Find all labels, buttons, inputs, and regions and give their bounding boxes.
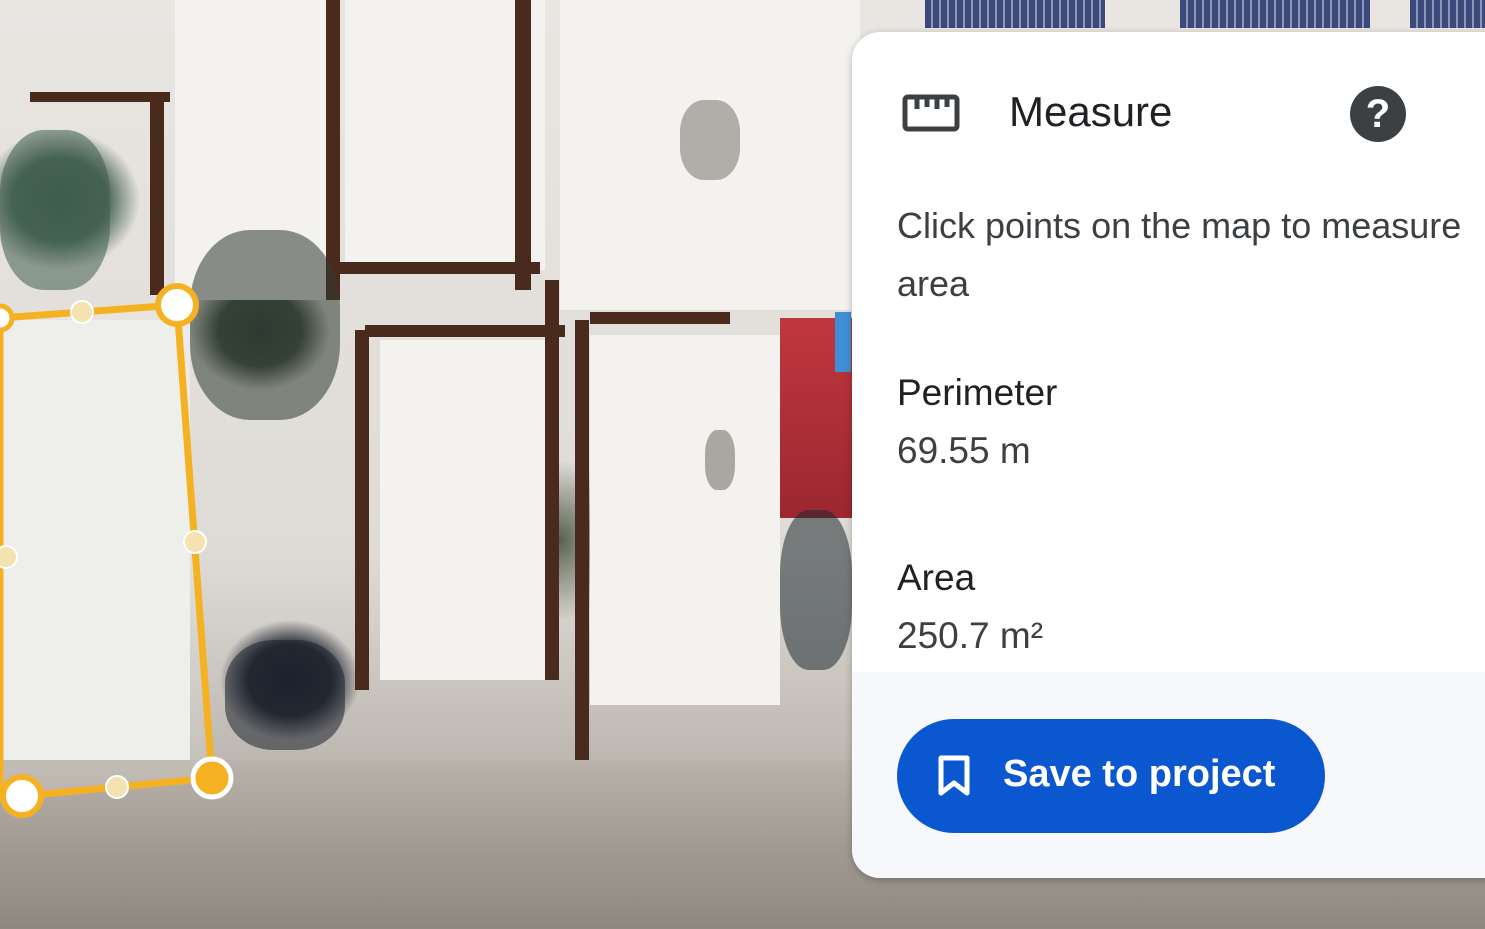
area-value: 250.7 m² — [897, 615, 1044, 656]
measure-instructions: Click points on the map to measure area — [897, 205, 1462, 304]
perimeter-label: Perimeter — [897, 372, 1058, 413]
save-button-label: Save to project — [1003, 753, 1276, 795]
midpoint-handle[interactable] — [105, 775, 129, 799]
perimeter-value: 69.55 m — [897, 430, 1031, 471]
measured-outline[interactable] — [0, 301, 216, 800]
vertex-handle[interactable] — [155, 283, 199, 327]
save-to-project-button[interactable]: Save to project — [897, 719, 1325, 833]
midpoint-handle[interactable] — [183, 530, 207, 554]
measure-panel: Measure ? Click points on the map to mea… — [852, 32, 1485, 878]
vertex-handle[interactable] — [0, 303, 15, 333]
vertex-handle[interactable] — [0, 774, 44, 818]
panel-title: Measure — [1009, 88, 1173, 135]
midpoint-handle[interactable] — [0, 545, 18, 569]
bookmark-icon — [938, 755, 970, 796]
area-label: Area — [897, 557, 976, 598]
ruler-icon — [902, 94, 960, 132]
midpoint-handle[interactable] — [70, 300, 94, 324]
help-icon[interactable]: ? — [1350, 86, 1406, 142]
panel-footer: Save to project — [852, 672, 1485, 878]
active-vertex-handle[interactable] — [190, 756, 234, 800]
panel-header: Measure ? — [852, 32, 1485, 192]
